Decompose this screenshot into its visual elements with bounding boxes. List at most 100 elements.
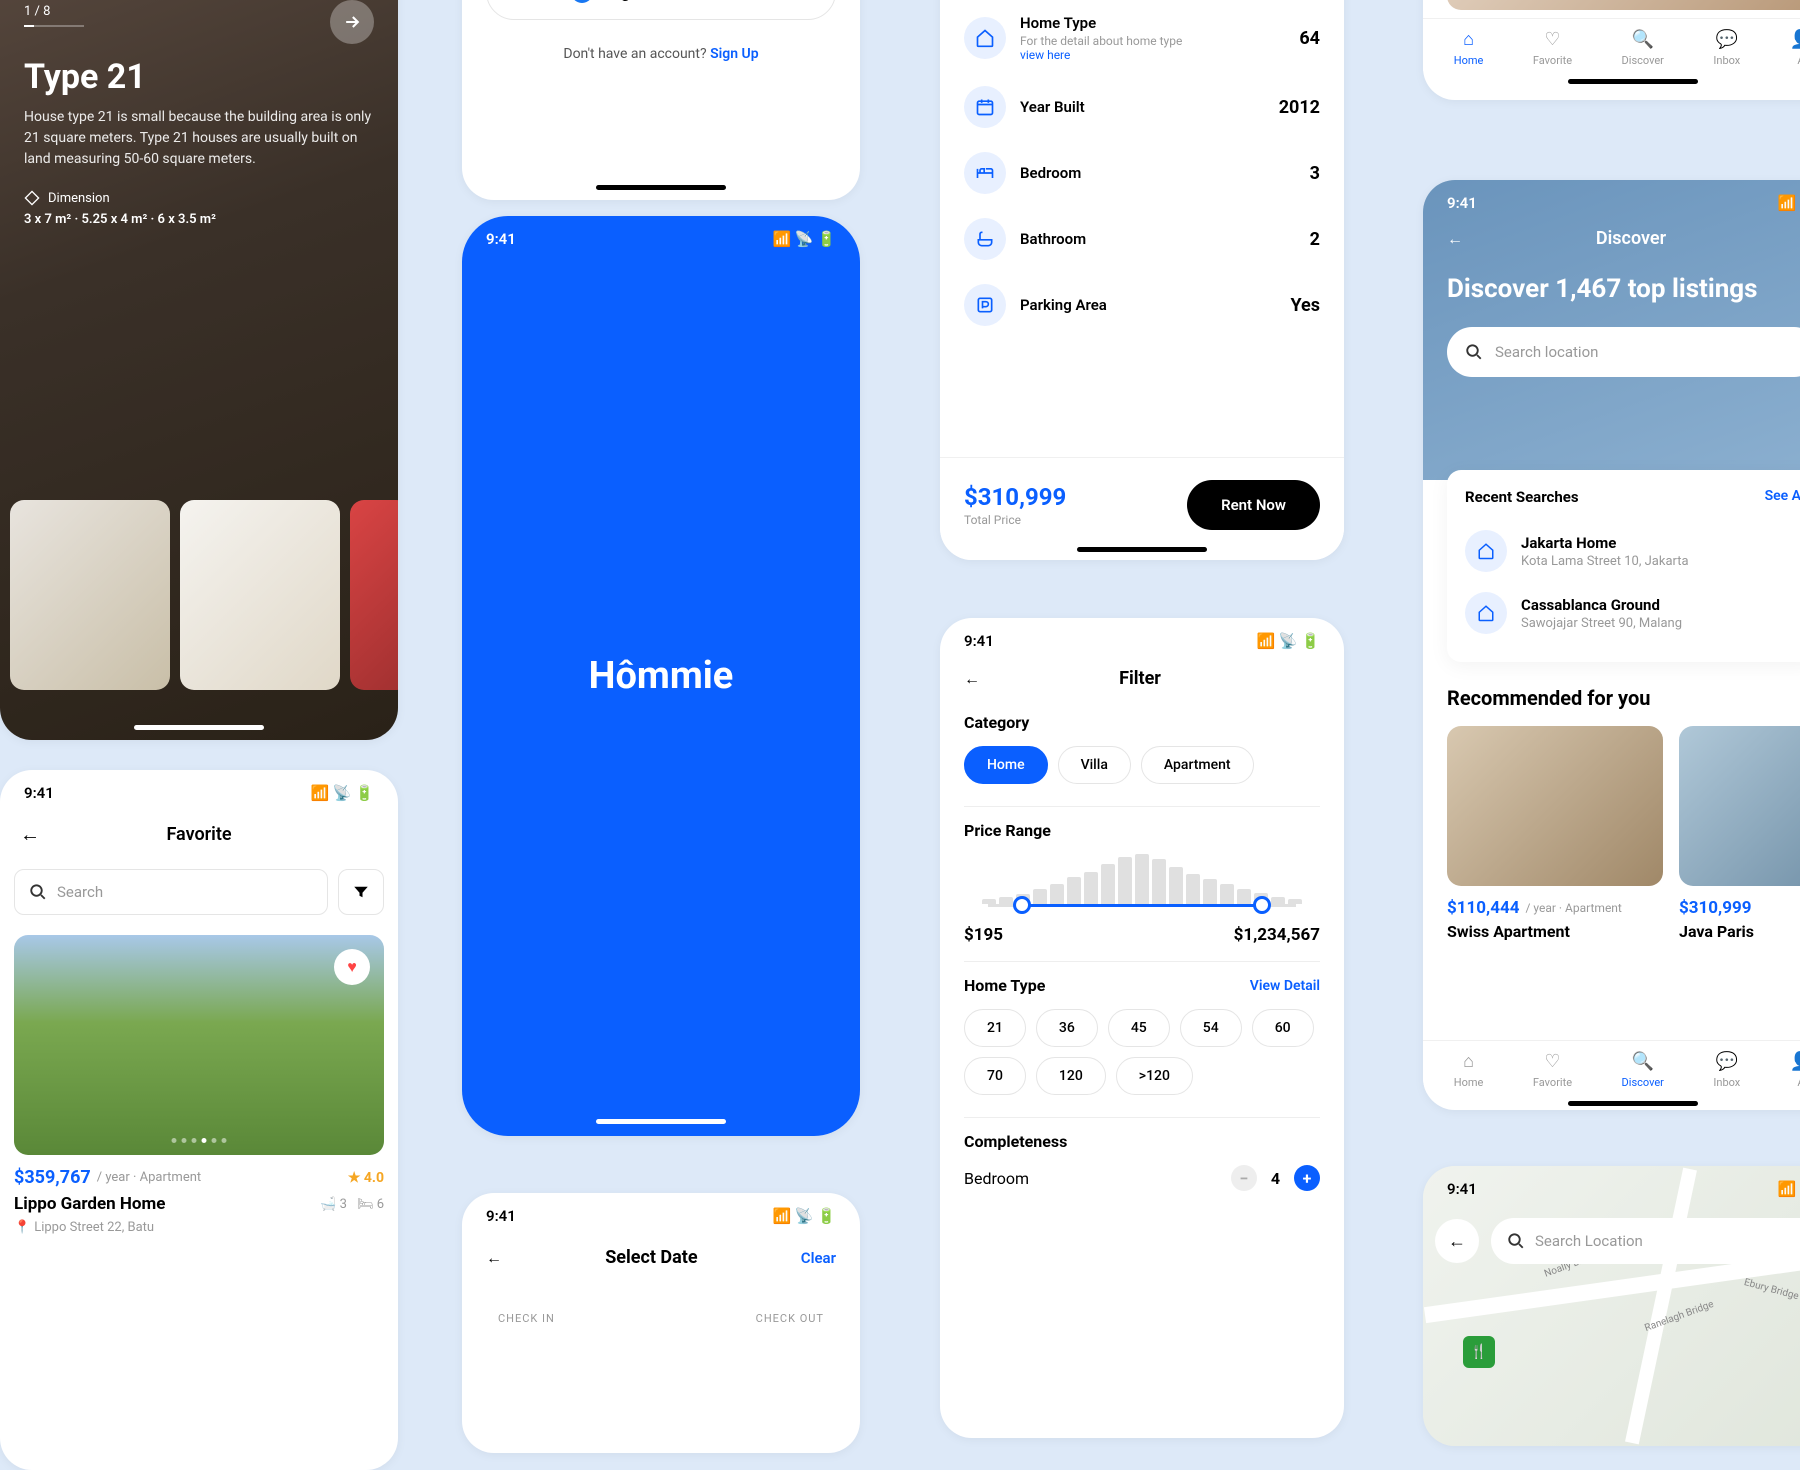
discover-screen: 9:41📶 📡 ← Discover Discover 1,467 top li… [1423, 180, 1800, 1110]
rating: ★ 4.0 [348, 1170, 384, 1186]
back-button[interactable]: ← [1435, 1219, 1479, 1263]
facilities-screen: Facilities Home Type For the detail abou… [940, 0, 1344, 560]
bed-count: 🛏 6 [357, 1197, 384, 1212]
nav-inbox[interactable]: 💬Inbox [1713, 29, 1740, 67]
nav-inbox[interactable]: 💬Inbox [1713, 1051, 1740, 1089]
home-indicator [1568, 1101, 1698, 1106]
bedroom-stepper: − 4 + [1231, 1165, 1320, 1191]
filter-button[interactable] [338, 869, 384, 915]
type-chip[interactable]: 21 [964, 1009, 1026, 1047]
search-icon [29, 883, 47, 901]
splash-screen: 9:41📶 📡 🔋 Hômmie [462, 216, 860, 1136]
progress-bar [24, 25, 84, 27]
listing-address: 📍 Lippo Street 22, Batu [14, 1220, 384, 1235]
facility-row: Parking Area Yes [964, 272, 1320, 338]
back-button[interactable]: ← [486, 1248, 502, 1268]
app-logo: Hômmie [589, 654, 734, 698]
price-min: $195 [964, 925, 1003, 945]
select-date-screen: 9:41📶 📡 🔋 ← Select Date Clear CHECK IN C… [462, 1193, 860, 1453]
type-chip[interactable]: 54 [1180, 1009, 1242, 1047]
category-chip-home[interactable]: Home [964, 746, 1048, 784]
thumbnail[interactable] [10, 500, 170, 690]
listing-card[interactable]: $110,444/ year · Apartment Swiss Apartme… [1447, 726, 1663, 941]
page-title: Filter [980, 668, 1300, 689]
filter-screen: 9:41📶 📡 🔋 ← Filter Category Home Villa A… [940, 618, 1344, 1438]
category-chip-villa[interactable]: Villa [1058, 746, 1131, 784]
search-input[interactable]: Search location [1447, 327, 1800, 377]
type-chip[interactable]: 60 [1252, 1009, 1314, 1047]
listing-name: Lippo Garden Home [14, 1194, 165, 1214]
type-chip[interactable]: 45 [1108, 1009, 1170, 1047]
parking-icon [964, 284, 1006, 326]
thumbnail-row [10, 500, 398, 690]
dimension-label: Dimension [24, 190, 374, 206]
home-icon [964, 17, 1006, 59]
next-image-button[interactable] [330, 0, 374, 44]
stepper-minus[interactable]: − [1231, 1165, 1257, 1191]
facebook-login-button[interactable]: f Login with Facebook [486, 0, 836, 20]
slider-handle-max[interactable] [1253, 896, 1271, 914]
stepper-plus[interactable]: + [1294, 1165, 1320, 1191]
listing-card[interactable]: $310,999 Java Paris [1679, 726, 1800, 941]
back-button[interactable]: ← [964, 669, 980, 689]
nav-favorite[interactable]: ♡Favorite [1533, 1051, 1572, 1089]
view-here-link[interactable]: view here [1020, 48, 1182, 62]
nav-discover[interactable]: 🔍Discover [1622, 1051, 1664, 1089]
favorite-button[interactable]: ♥ [334, 949, 370, 985]
home-indicator [1077, 547, 1207, 552]
home-indicator [596, 185, 726, 190]
nav-favorite[interactable]: ♡Favorite [1533, 29, 1572, 67]
price-slider[interactable] [988, 904, 1296, 907]
rent-now-button[interactable]: Rent Now [1187, 480, 1320, 530]
recommended-title: Recommended for you [1447, 686, 1800, 710]
category-chip-apartment[interactable]: Apartment [1141, 746, 1254, 784]
listing-card[interactable]: ♥ $359,767 / year · Apartment ★ 4.0 Lipp… [14, 935, 384, 1235]
calendar-icon [964, 86, 1006, 128]
discover-headline: Discover 1,467 top listings [1447, 273, 1800, 307]
home-icon [1465, 592, 1507, 634]
type-chip[interactable]: 36 [1036, 1009, 1098, 1047]
favorite-screen: 9:41📶 📡 🔋 ← Favorite Search ♥ $359,767 /… [0, 770, 398, 1470]
facility-row: Bedroom 3 [964, 140, 1320, 206]
slider-handle-min[interactable] [1013, 896, 1031, 914]
see-all-link[interactable]: See A [1765, 488, 1800, 506]
recent-searches-card: Recent Searches See A Jakarta HomeKota L… [1447, 470, 1800, 662]
type-title: Type 21 [24, 57, 374, 97]
type-chip[interactable]: >120 [1116, 1057, 1193, 1095]
checkout-label: CHECK OUT [756, 1312, 824, 1325]
checkin-label: CHECK IN [498, 1312, 555, 1325]
type-chip[interactable]: 120 [1036, 1057, 1106, 1095]
listing-image: ♥ [14, 935, 384, 1155]
filter-icon [352, 883, 370, 901]
nav-account[interactable]: 👤A [1790, 29, 1800, 67]
bed-icon [964, 152, 1006, 194]
clear-button[interactable]: Clear [801, 1249, 836, 1267]
home-indicator [134, 725, 264, 730]
signup-link[interactable]: Sign Up [710, 46, 759, 62]
status-icons: 📶 📡 🔋 [311, 784, 375, 802]
nav-discover[interactable]: 🔍Discover [1622, 29, 1664, 67]
map-poi-restaurant[interactable]: 🍴 [1463, 1336, 1495, 1368]
page-title: Favorite [40, 824, 358, 845]
thumbnail[interactable] [350, 500, 398, 690]
nav-account[interactable]: 👤A [1790, 1051, 1800, 1089]
nav-home[interactable]: ⌂Home [1454, 1051, 1484, 1089]
home-screen-peek: ⌂Home ♡Favorite 🔍Discover 💬Inbox 👤A [1423, 0, 1800, 100]
type-chip[interactable]: 70 [964, 1057, 1026, 1095]
back-button[interactable]: ← [1447, 229, 1463, 249]
home-icon [1465, 530, 1507, 572]
search-input[interactable]: Search Location [1491, 1218, 1800, 1264]
search-icon [1507, 1232, 1525, 1250]
nav-home[interactable]: ⌂Home [1454, 29, 1484, 67]
search-input[interactable]: Search [14, 869, 328, 915]
view-detail-link[interactable]: View Detail [1250, 978, 1320, 994]
thumbnail[interactable] [180, 500, 340, 690]
dimension-values: 3 x 7 m² · 5.25 x 4 m² · 6 x 3.5 m² [24, 212, 374, 227]
property-type-detail: 1 / 8 Type 21 House type 21 is small bec… [0, 0, 398, 740]
listing-price: $359,767 [14, 1167, 91, 1188]
back-button[interactable]: ← [20, 822, 40, 847]
recent-search-item[interactable]: Jakarta HomeKota Lama Street 10, Jakarta [1465, 520, 1800, 582]
recent-search-item[interactable]: Cassablanca GroundSawojajar Street 90, M… [1465, 582, 1800, 644]
home-indicator [596, 1119, 726, 1124]
map-screen: Noally Bridge Ranelagh Bridge Ebury Brid… [1423, 1166, 1800, 1446]
